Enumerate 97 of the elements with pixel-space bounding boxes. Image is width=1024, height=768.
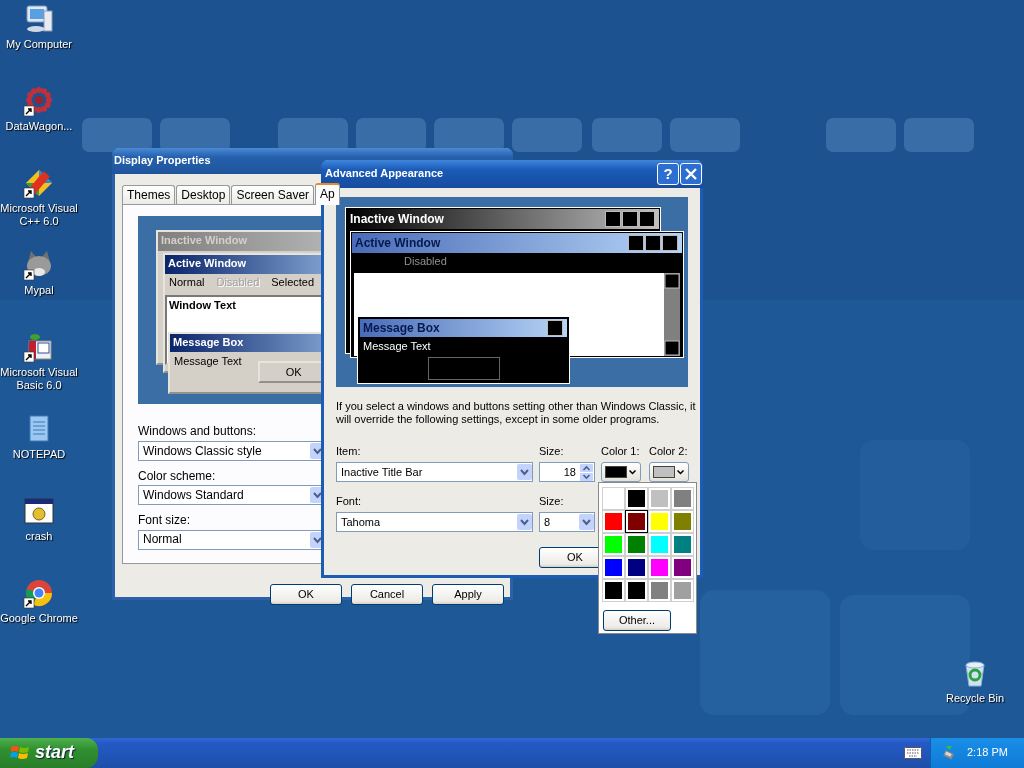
color-swatch[interactable] bbox=[672, 580, 693, 601]
tab[interactable]: Screen Saver bbox=[231, 185, 315, 205]
help-button[interactable]: ? bbox=[657, 163, 679, 185]
window-title: Active Window bbox=[355, 235, 441, 251]
window-icon[interactable] bbox=[23, 495, 55, 527]
wallpaper-tile bbox=[592, 118, 662, 152]
field-label: Windows and buttons: bbox=[138, 424, 257, 439]
caret-icon bbox=[517, 464, 532, 481]
start-button[interactable]: start bbox=[0, 738, 98, 768]
icon-label: Microsoft Visual Basic 6.0 bbox=[0, 366, 78, 392]
dialog-button[interactable]: Apply bbox=[432, 584, 504, 606]
color-swatch[interactable] bbox=[626, 511, 647, 532]
icon-label: Recycle Bin bbox=[945, 692, 1005, 705]
icon-label: DataWagon... bbox=[5, 120, 73, 133]
wallpaper-tile bbox=[904, 118, 974, 152]
tab[interactable]: Themes bbox=[122, 185, 176, 205]
computer-icon[interactable] bbox=[23, 3, 55, 35]
color-swatch[interactable] bbox=[603, 534, 624, 555]
icon-label: My Computer bbox=[6, 38, 72, 51]
field-label: Size: bbox=[539, 445, 565, 459]
clock[interactable]: 2:18 PM bbox=[967, 746, 1008, 760]
color-swatch[interactable] bbox=[672, 488, 693, 509]
caption-buttons-icon bbox=[605, 211, 656, 227]
window-title: Advanced Appearance bbox=[325, 167, 445, 181]
color-swatch[interactable] bbox=[626, 557, 647, 578]
caret-icon bbox=[517, 514, 532, 531]
ring-icon[interactable] bbox=[23, 577, 55, 609]
color-button[interactable] bbox=[601, 462, 641, 483]
windows-flag-icon bbox=[10, 744, 30, 762]
color-swatch[interactable] bbox=[626, 534, 647, 555]
caption-buttons-icon bbox=[547, 320, 564, 336]
caret-icon bbox=[629, 467, 636, 478]
color-swatch[interactable] bbox=[603, 557, 624, 578]
field-label: Font: bbox=[336, 495, 363, 509]
color-swatch[interactable] bbox=[603, 580, 624, 601]
field-label: Font size: bbox=[138, 513, 191, 528]
color-swatch[interactable] bbox=[603, 511, 624, 532]
preview-button[interactable] bbox=[428, 357, 500, 381]
other-button[interactable]: Other... bbox=[603, 610, 671, 631]
color-swatch[interactable] bbox=[603, 488, 624, 509]
icon-label: NOTEPAD bbox=[12, 448, 66, 461]
wallpaper-tile bbox=[512, 118, 582, 152]
message-text: Message Text bbox=[362, 339, 432, 354]
wallpaper-tile bbox=[82, 118, 152, 152]
icon-label: Microsoft Visual C++ 6.0 bbox=[0, 202, 78, 228]
caret-icon bbox=[579, 514, 594, 531]
color-swatch[interactable] bbox=[626, 580, 647, 601]
network-icon[interactable] bbox=[941, 745, 957, 761]
color-swatch[interactable] bbox=[649, 580, 670, 601]
dialog-button[interactable]: Cancel bbox=[351, 584, 423, 606]
keyboard-icon[interactable] bbox=[904, 747, 922, 759]
color-swatch[interactable] bbox=[672, 534, 693, 555]
color-swatch[interactable] bbox=[626, 488, 647, 509]
color-swatch[interactable] bbox=[672, 557, 693, 578]
caret-icon bbox=[677, 467, 684, 478]
tab[interactable]: Desktop bbox=[176, 185, 231, 205]
size-spinner[interactable]: 18 bbox=[539, 462, 595, 483]
window-title: Inactive Window bbox=[350, 211, 444, 227]
diamond-icon[interactable] bbox=[23, 167, 55, 199]
color-swatch[interactable] bbox=[649, 488, 670, 509]
color-swatch[interactable] bbox=[649, 534, 670, 555]
color-swatch[interactable] bbox=[649, 511, 670, 532]
window-title: Message Box bbox=[173, 336, 244, 349]
window-title: Active Window bbox=[168, 257, 247, 270]
field-label: Size: bbox=[539, 495, 565, 509]
color-swatch[interactable] bbox=[649, 557, 670, 578]
field-label: Color 2: bbox=[649, 445, 689, 459]
dropdown[interactable]: Inactive Title Bar bbox=[336, 462, 533, 483]
message-text: Message Text bbox=[174, 355, 242, 369]
window-text: Window Text bbox=[169, 299, 236, 312]
close-icon bbox=[685, 168, 697, 180]
icon-label: crash bbox=[25, 530, 53, 543]
window-title: Message Box bbox=[363, 320, 440, 336]
wallpaper-tile bbox=[670, 118, 740, 152]
window-title: Display Properties bbox=[114, 154, 211, 168]
info-text: If you select a windows and buttons setting other than Windows Classic, it will override the following settings, except in some older programs. bbox=[336, 400, 697, 426]
close-button[interactable] bbox=[680, 163, 702, 185]
field-label: Color 1: bbox=[601, 445, 641, 459]
field-label: Item: bbox=[336, 445, 362, 459]
box-icon[interactable] bbox=[23, 331, 55, 363]
window-title: Inactive Window bbox=[161, 234, 248, 247]
menu-item[interactable]: Selected bbox=[271, 276, 315, 292]
color-swatch[interactable] bbox=[672, 511, 693, 532]
wallpaper-tile bbox=[826, 118, 896, 152]
dialog-button[interactable]: OK bbox=[270, 584, 342, 606]
icon-label: Mypal bbox=[24, 284, 54, 297]
color-button[interactable] bbox=[649, 462, 689, 483]
field-label: Color scheme: bbox=[138, 468, 216, 484]
spin-arrows-icon bbox=[580, 463, 593, 481]
icon-label: Google Chrome bbox=[0, 612, 78, 625]
dropdown[interactable]: Tahoma bbox=[336, 512, 533, 533]
dotted-ring-icon[interactable] bbox=[23, 85, 55, 117]
menu-item[interactable]: Normal bbox=[169, 276, 205, 292]
dropdown[interactable]: 8 bbox=[539, 512, 595, 533]
caption-buttons-icon bbox=[628, 235, 679, 251]
start-label: start bbox=[35, 742, 74, 764]
tab[interactable]: Ap bbox=[315, 183, 340, 206]
